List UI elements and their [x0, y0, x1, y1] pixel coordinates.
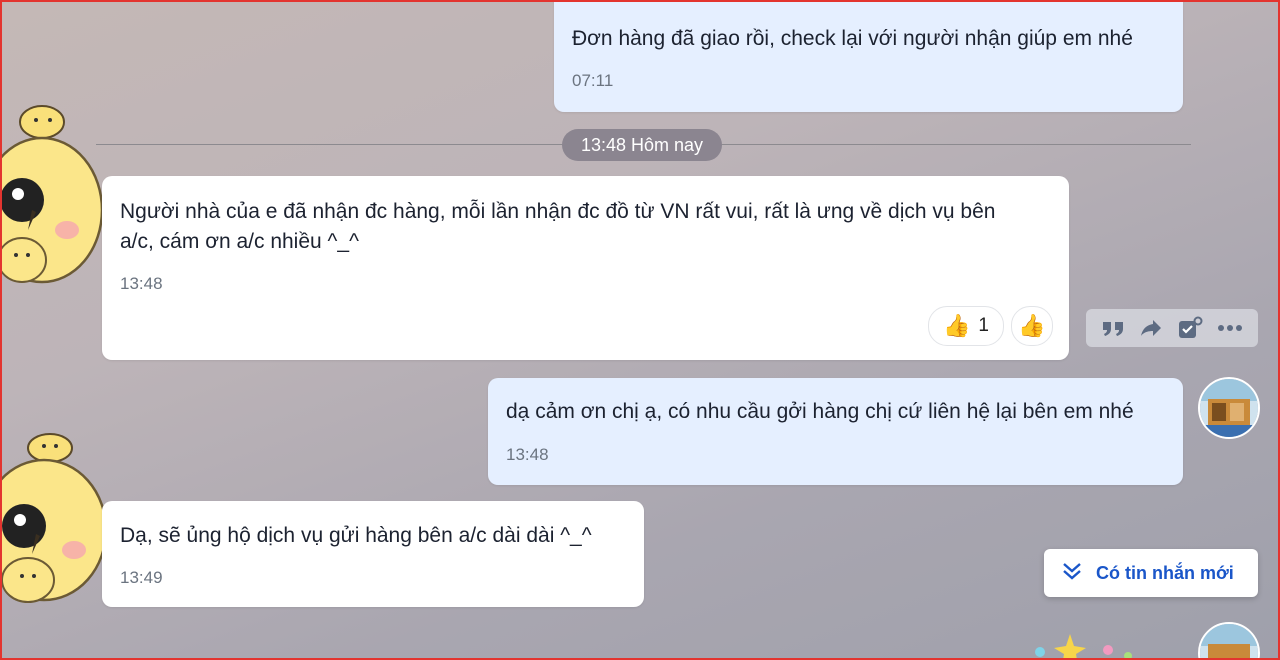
message-time: 07:11 [572, 71, 614, 90]
date-divider: 13:48 Hôm nay [562, 129, 722, 161]
message-text-line-2: a/c, cám ơn a/c nhiều ^_^ [120, 230, 359, 253]
sparkle-sticker [1010, 630, 1160, 660]
new-messages-button[interactable]: Có tin nhắn mới [1044, 549, 1258, 597]
mark-task-icon[interactable] [1177, 316, 1203, 340]
own-avatar[interactable] [1198, 622, 1260, 660]
sender-avatar-chick-sticker[interactable] [0, 430, 116, 615]
message-time: 13:48 [506, 445, 549, 464]
double-chevron-down-icon [1060, 559, 1084, 588]
like-reaction-count[interactable]: 👍 1 [928, 306, 1004, 346]
message-bubble-sent[interactable]: Đơn hàng đã giao rồi, check lại với ngườ… [554, 0, 1183, 112]
message-text: Đơn hàng đã giao rồi, check lại với ngườ… [572, 27, 1133, 50]
more-icon[interactable] [1217, 324, 1243, 332]
thumbs-up-icon: 👍 [943, 313, 971, 338]
message-text: Dạ, sẽ ủng hộ dịch vụ gửi hàng bên a/c d… [120, 524, 592, 547]
add-reaction-button[interactable]: 👍 [1011, 306, 1053, 346]
new-messages-label: Có tin nhắn mới [1096, 562, 1234, 583]
quote-icon[interactable] [1101, 318, 1125, 338]
message-time: 13:48 [120, 274, 163, 293]
forward-icon[interactable] [1139, 318, 1163, 338]
message-text: dạ cảm ơn chị ạ, có nhu cầu gởi hàng chị… [506, 400, 1134, 423]
message-action-bar [1086, 309, 1258, 347]
message-time: 13:49 [120, 568, 163, 587]
message-bubble-sent[interactable]: dạ cảm ơn chị ạ, có nhu cầu gởi hàng chị… [488, 378, 1183, 485]
like-count: 1 [978, 315, 989, 336]
own-avatar[interactable] [1198, 377, 1260, 439]
message-bubble-received[interactable]: Người nhà của e đã nhận đc hàng, mỗi lần… [102, 176, 1069, 360]
message-bubble-received[interactable]: Dạ, sẽ ủng hộ dịch vụ gửi hàng bên a/c d… [102, 501, 644, 607]
thumbs-up-icon: 👍 [1018, 313, 1046, 338]
sender-avatar-chick-sticker[interactable] [0, 100, 112, 290]
message-text-line-1: Người nhà của e đã nhận đc hàng, mỗi lần… [120, 200, 996, 223]
